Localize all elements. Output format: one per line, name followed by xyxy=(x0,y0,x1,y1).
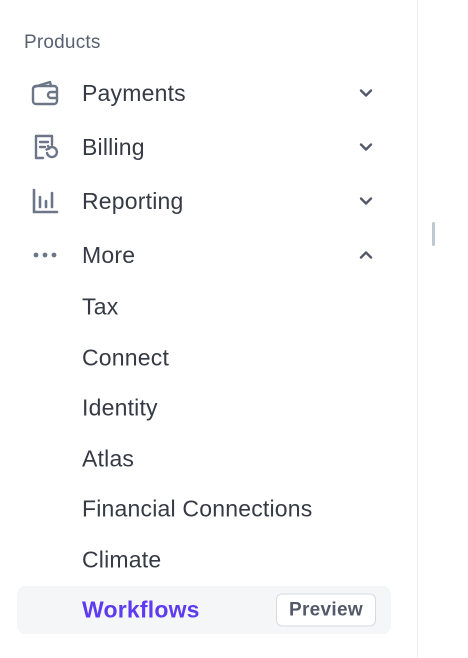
chevron-down-icon[interactable] xyxy=(356,137,376,157)
chevron-up-icon[interactable] xyxy=(356,245,376,265)
sidebar-subitem-label: Climate xyxy=(82,546,162,573)
section-title-products: Products xyxy=(24,32,101,53)
resize-handle[interactable] xyxy=(432,222,435,246)
sidebar: Products Payments Billing Reporting More… xyxy=(0,0,418,658)
bar-chart-icon xyxy=(28,184,62,218)
sidebar-subitem-atlas[interactable]: Atlas xyxy=(17,436,391,482)
sidebar-item-payments[interactable]: Payments xyxy=(17,70,391,116)
sidebar-subitem-climate[interactable]: Climate xyxy=(17,537,391,583)
sidebar-subitem-workflows[interactable]: Workflows Preview xyxy=(17,586,391,634)
content-pane xyxy=(419,0,468,658)
sidebar-item-label: Reporting xyxy=(82,187,184,214)
sidebar-item-more[interactable]: More xyxy=(17,232,391,278)
sidebar-item-reporting[interactable]: Reporting xyxy=(17,178,391,224)
sidebar-item-label: Payments xyxy=(82,79,186,106)
sidebar-subitem-identity[interactable]: Identity xyxy=(17,385,391,431)
more-dots-icon xyxy=(28,238,62,272)
sidebar-subitem-tax[interactable]: Tax xyxy=(17,284,391,330)
wallet-icon xyxy=(28,76,62,110)
sidebar-subitem-label: Identity xyxy=(82,394,158,421)
sidebar-subitem-label: Tax xyxy=(82,293,119,320)
sidebar-subitem-label: Financial Connections xyxy=(82,495,313,522)
sidebar-subitem-connect[interactable]: Connect xyxy=(17,335,391,381)
sidebar-subitem-financial-connections[interactable]: Financial Connections xyxy=(17,486,391,532)
sidebar-subitem-label: Atlas xyxy=(82,445,135,472)
sidebar-item-billing[interactable]: Billing xyxy=(17,124,391,170)
billing-icon xyxy=(28,130,62,164)
sidebar-item-label: More xyxy=(82,241,136,268)
chevron-down-icon[interactable] xyxy=(356,191,376,211)
sidebar-item-label: Billing xyxy=(82,133,145,160)
sidebar-subitem-label: Workflows xyxy=(82,596,200,623)
sidebar-subitem-label: Connect xyxy=(82,344,170,371)
chevron-down-icon[interactable] xyxy=(356,83,376,103)
preview-badge: Preview xyxy=(276,593,376,627)
